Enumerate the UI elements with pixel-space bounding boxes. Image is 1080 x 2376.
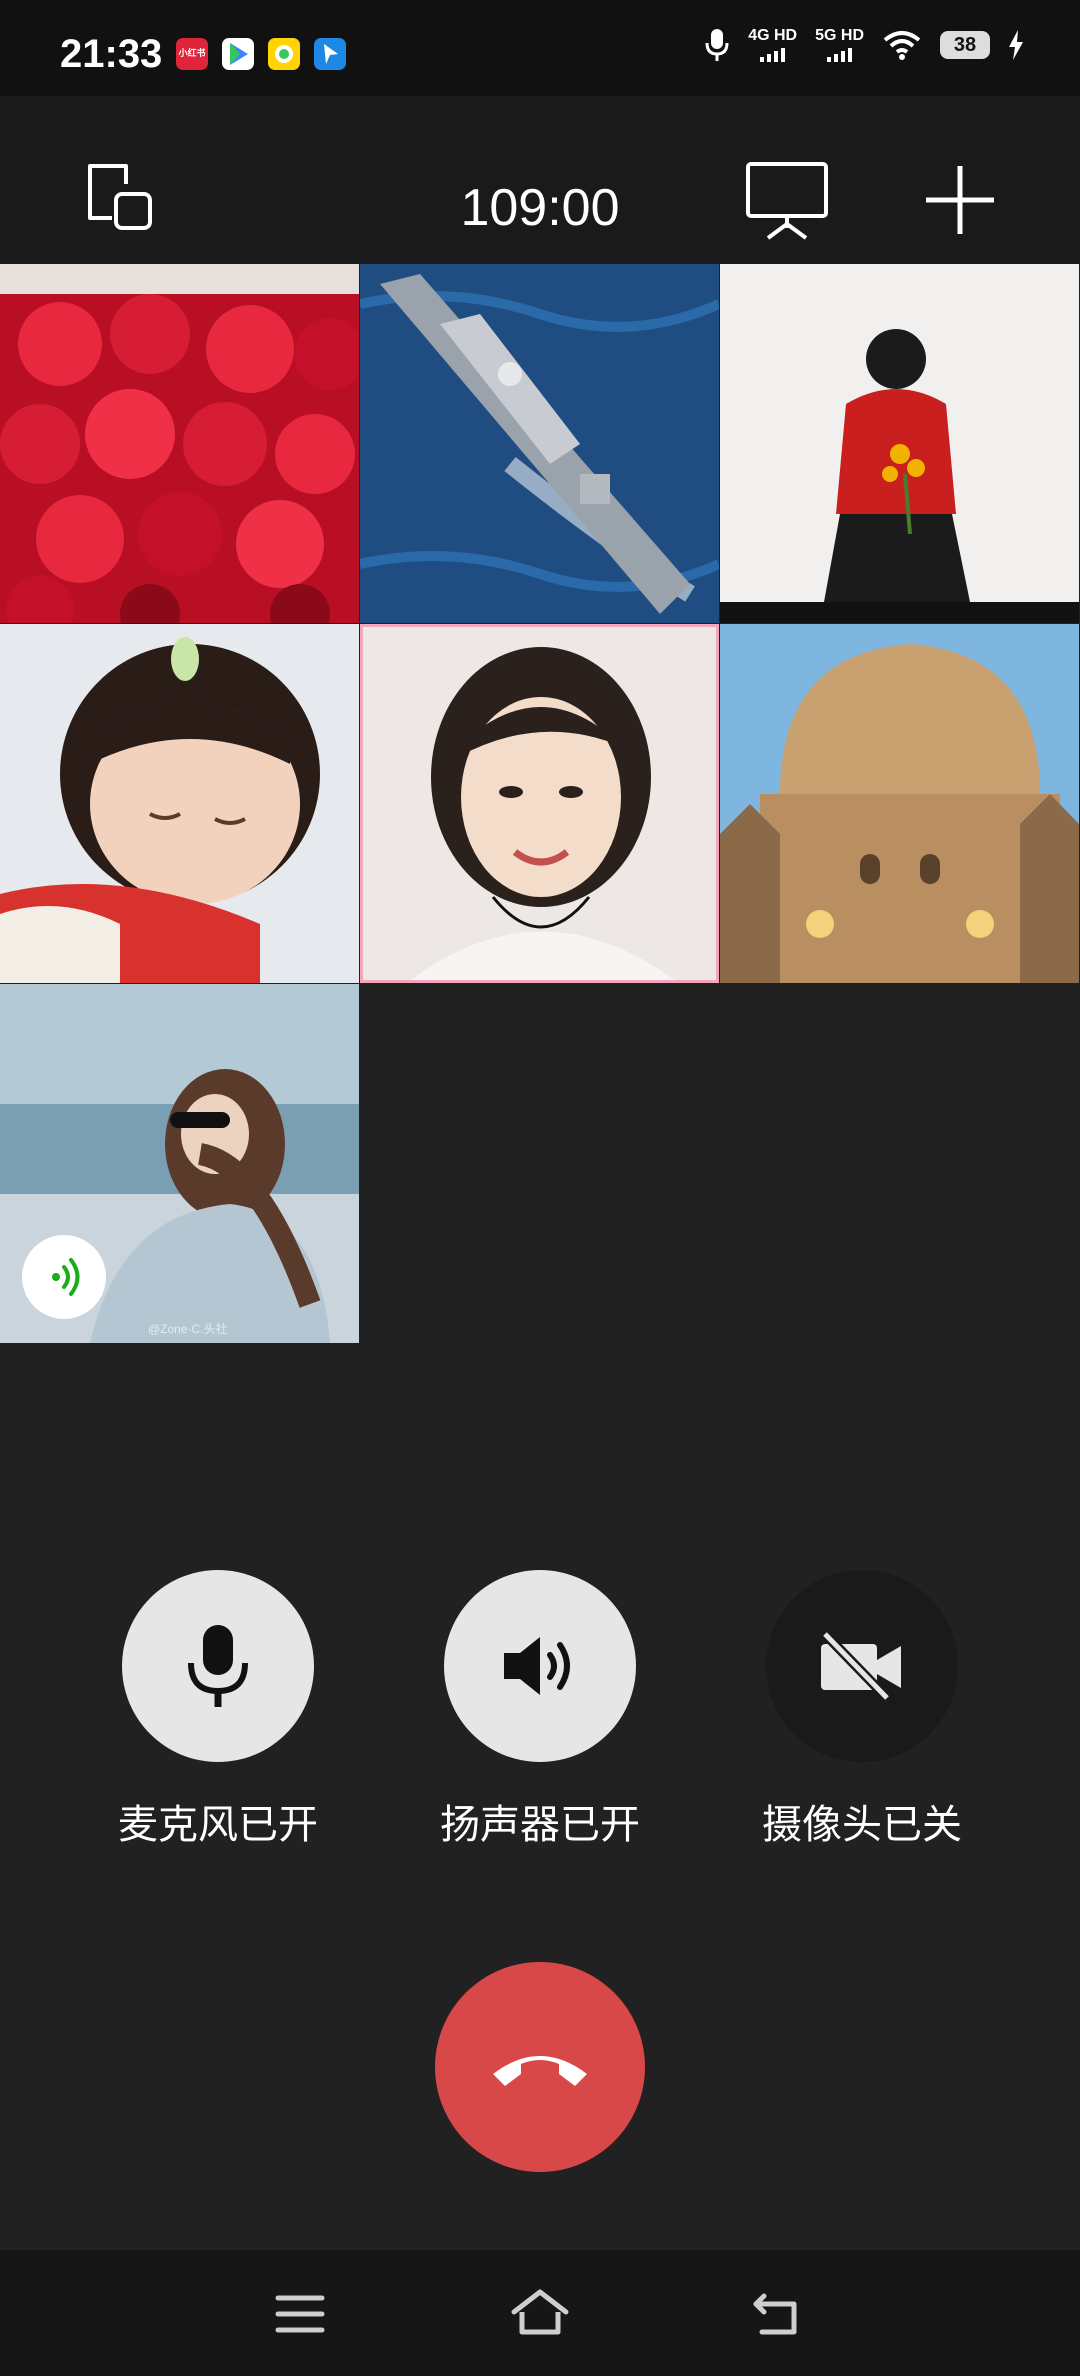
participant-cathedral[interactable]	[720, 624, 1079, 983]
microphone-icon	[188, 1625, 248, 1707]
yellow-app-icon	[268, 38, 300, 70]
status-bar: 21:33 小红书 4G HD 5G HD 38	[0, 0, 1080, 96]
microphone-status-icon	[705, 29, 729, 61]
speaker-status-label: 扬声器已开	[440, 1803, 640, 1847]
watermark-text: @Zone·C.头社	[148, 1322, 228, 1336]
xiaohongshu-icon: 小红书	[176, 38, 208, 70]
participant-roses[interactable]	[0, 264, 359, 623]
call-toolbar: 109:00	[0, 96, 1080, 264]
audio-activity-icon	[52, 1258, 80, 1296]
network-5g: 5G HD	[815, 28, 864, 62]
network-5g-label: 5G HD	[815, 27, 864, 44]
home-icon	[511, 2289, 569, 2335]
screen-share-button[interactable]	[742, 160, 832, 240]
speaker-icon	[504, 1637, 570, 1695]
mic-status-label: 麦克风已开	[118, 1803, 318, 1847]
camera-status-label: 摄像头已关	[762, 1803, 962, 1847]
status-time: 21:33	[60, 32, 163, 76]
camera-off-icon	[821, 1630, 901, 1702]
menu-icon	[275, 2295, 325, 2333]
mic-toggle-button[interactable]	[122, 1570, 314, 1762]
back-icon	[753, 2293, 797, 2335]
network-4g: 4G HD	[748, 28, 797, 62]
network-4g-label: 4G HD	[748, 27, 798, 44]
participant-beach-woman[interactable]: @Zone·C.头社	[0, 984, 359, 1343]
signal-bars-1-icon	[748, 48, 797, 62]
speaker-toggle-button[interactable]	[444, 1570, 636, 1762]
battery-indicator: 38	[940, 31, 990, 59]
navigation-app-icon	[314, 38, 346, 70]
screen-share-icon	[746, 162, 828, 240]
menu-button[interactable]	[270, 2286, 330, 2342]
hang-up-button[interactable]	[435, 1962, 645, 2172]
participant-woman-sunflowers[interactable]	[720, 264, 1079, 623]
charging-icon	[1009, 30, 1023, 60]
camera-toggle-button[interactable]	[766, 1570, 958, 1762]
hang-up-phone-icon	[493, 2056, 587, 2086]
xiaohongshu-icon-label: 小红书	[178, 48, 206, 58]
audio-activity-badge	[22, 1235, 106, 1319]
add-participant-icon	[926, 166, 994, 234]
participant-baby[interactable]	[0, 624, 359, 983]
camera-control: 摄像头已关	[732, 1570, 992, 1850]
signal-bars-2-icon	[815, 48, 864, 62]
system-nav-bar	[0, 2250, 1080, 2376]
wifi-icon	[883, 31, 921, 60]
back-button[interactable]	[750, 2286, 810, 2342]
home-button[interactable]	[510, 2286, 570, 2342]
call-timer: 109:00	[460, 179, 620, 237]
media-app-icon	[222, 38, 254, 70]
speaker-control: 扬声器已开	[410, 1570, 670, 1850]
add-participant-button[interactable]	[920, 160, 1000, 240]
mic-control: 麦克风已开	[88, 1570, 348, 1850]
participant-smiling-woman[interactable]	[360, 624, 719, 983]
notification-icons: 小红书	[176, 38, 346, 70]
participant-warship[interactable]	[360, 264, 719, 623]
